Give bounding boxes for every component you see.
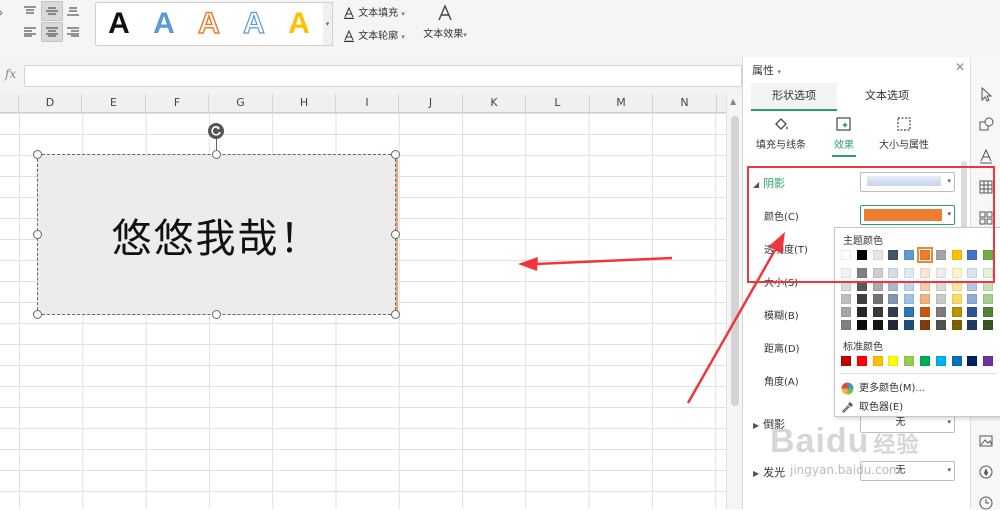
arrow-left	[518, 256, 673, 271]
baidu-watermark-url: jingyan.baidu.com	[790, 463, 901, 477]
watermark-cn: 经验	[873, 432, 920, 457]
watermark-brand: Baidu	[770, 422, 870, 460]
baidu-watermark: Baidu 经验	[770, 422, 919, 461]
arrow-diagonal	[686, 232, 785, 404]
